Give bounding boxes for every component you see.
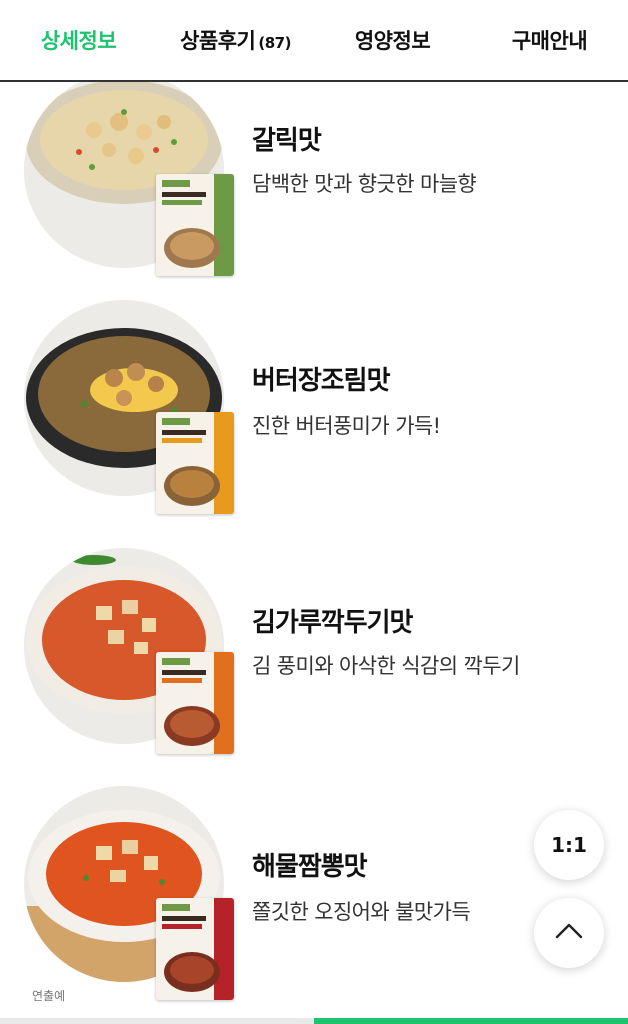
- scroll-progress-track: [0, 1018, 628, 1024]
- item-description: 김 풍미와 아삭한 식감의 깍두기: [252, 654, 520, 678]
- item-title: 버터장조림맛: [252, 366, 391, 396]
- flavor-list: 갈릭맛 담백한 맛과 향긋한 마늘향 버터장조림맛 진한 버터풍미가 가득! 김…: [0, 82, 628, 1024]
- tab-nutrition[interactable]: 영양정보: [314, 25, 471, 55]
- ratio-label: 1:1: [551, 833, 587, 857]
- item-description: 진한 버터풍미가 가득!: [252, 414, 441, 438]
- kkakdugi-package-image: [156, 652, 234, 754]
- tab-detail-info[interactable]: 상세정보: [0, 25, 157, 55]
- tab-bar: 상세정보 상품후기 (87) 영양정보 구매안내: [0, 0, 628, 82]
- staging-caption: 연출예: [32, 989, 66, 1003]
- tab-purchase-guide[interactable]: 구매안내: [471, 25, 628, 55]
- flavor-item-kkakdugi: 김가루깍두기맛 김 풍미와 아삭한 식감의 깍두기: [0, 544, 628, 774]
- item-description: 쫄깃한 오징어와 불맛가득: [252, 900, 471, 924]
- image-ratio-button[interactable]: 1:1: [534, 810, 604, 880]
- butter-package-image: [156, 412, 234, 514]
- flavor-item-jjamppong: 해물짬뽕맛 쫄깃한 오징어와 불맛가득: [0, 782, 628, 1012]
- tab-label: 영양정보: [354, 29, 431, 53]
- tab-label: 상세정보: [40, 29, 117, 53]
- tab-label: 구매안내: [511, 29, 588, 53]
- item-title: 갈릭맛: [252, 126, 322, 156]
- review-count: (87): [258, 34, 291, 52]
- item-title: 해물짬뽕맛: [252, 852, 368, 882]
- jjamppong-package-image: [156, 898, 234, 1000]
- chevron-up-icon: [555, 922, 583, 944]
- scroll-to-top-button[interactable]: [534, 898, 604, 968]
- flavor-item-garlic: 갈릭맛 담백한 맛과 향긋한 마늘향: [0, 82, 628, 312]
- flavor-item-butter: 버터장조림맛 진한 버터풍미가 가득!: [0, 300, 628, 542]
- garlic-package-image: [156, 174, 234, 276]
- tab-reviews[interactable]: 상품후기 (87): [157, 25, 314, 55]
- tab-label: 상품후기: [180, 29, 256, 53]
- item-description: 담백한 맛과 향긋한 마늘향: [252, 172, 477, 196]
- scroll-progress-fill: [314, 1018, 628, 1024]
- item-title: 김가루깍두기맛: [252, 608, 413, 638]
